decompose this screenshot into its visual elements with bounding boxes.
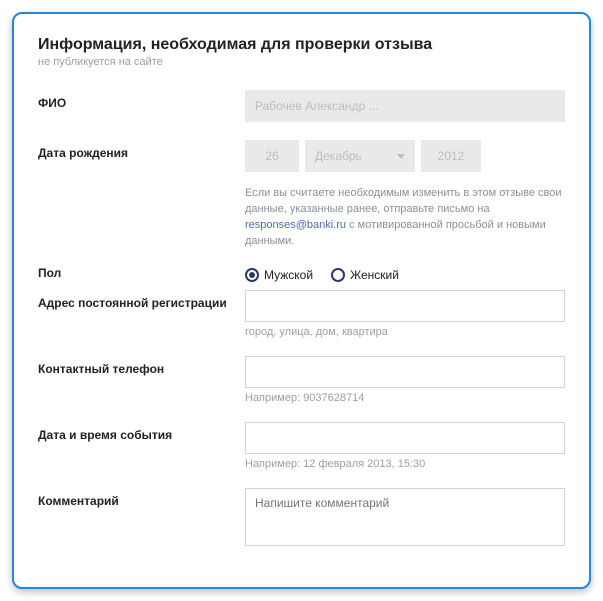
address-hint: город, улица, дом, квартира (245, 326, 565, 338)
row-gender: Пол Мужской Женский (38, 266, 565, 282)
phone-label: Контактный телефон (38, 356, 245, 376)
row-phone: Контактный телефон Например: 9037628714 (38, 356, 565, 404)
panel-title: Информация, необходимая для проверки отз… (38, 36, 565, 54)
gender-label: Пол (38, 266, 245, 280)
address-label: Адрес постоянной регистрации (38, 290, 245, 310)
dob-year: 2012 (421, 140, 481, 172)
comment-label: Комментарий (38, 488, 245, 508)
address-input[interactable] (245, 290, 565, 322)
dob-group: 26 Декабрь 2012 (245, 140, 565, 172)
row-datetime: Дата и время события Например: 12 феврал… (38, 422, 565, 470)
row-address: Адрес постоянной регистрации город, улиц… (38, 290, 565, 338)
datetime-hint: Например: 12 февраля 2013, 15:30 (245, 458, 565, 470)
row-dob: Дата рождения 26 Декабрь 2012 Если вы сч… (38, 140, 565, 256)
gender-male-radio[interactable]: Мужской (245, 268, 313, 282)
radio-icon (331, 268, 345, 282)
radio-icon (245, 268, 259, 282)
fio-label: ФИО (38, 90, 245, 110)
phone-input[interactable] (245, 356, 565, 388)
dob-day: 26 (245, 140, 299, 172)
datetime-input[interactable] (245, 422, 565, 454)
row-fio: ФИО Рабочев Александр ... (38, 90, 565, 122)
gender-male-label: Мужской (264, 268, 313, 282)
phone-hint: Например: 9037628714 (245, 392, 565, 404)
dob-month: Декабрь (305, 140, 415, 172)
panel-subtitle: не публикуется на сайте (38, 56, 565, 68)
chevron-down-icon (397, 154, 405, 159)
responses-email-link[interactable]: responses@banki.ru (245, 219, 346, 231)
datetime-label: Дата и время события (38, 422, 245, 442)
gender-female-radio[interactable]: Женский (331, 268, 399, 282)
gender-female-label: Женский (350, 268, 399, 282)
fio-field: Рабочев Александр ... (245, 90, 565, 122)
review-verification-panel: Информация, необходимая для проверки отз… (12, 12, 591, 589)
dob-month-value: Декабрь (315, 149, 362, 163)
comment-textarea[interactable] (245, 488, 565, 546)
dob-label: Дата рождения (38, 140, 245, 160)
notice-text-1: Если вы считаете необходимым изменить в … (245, 187, 562, 215)
gender-group: Мужской Женский (245, 266, 565, 282)
change-data-notice: Если вы считаете необходимым изменить в … (245, 186, 565, 250)
row-comment: Комментарий (38, 488, 565, 551)
